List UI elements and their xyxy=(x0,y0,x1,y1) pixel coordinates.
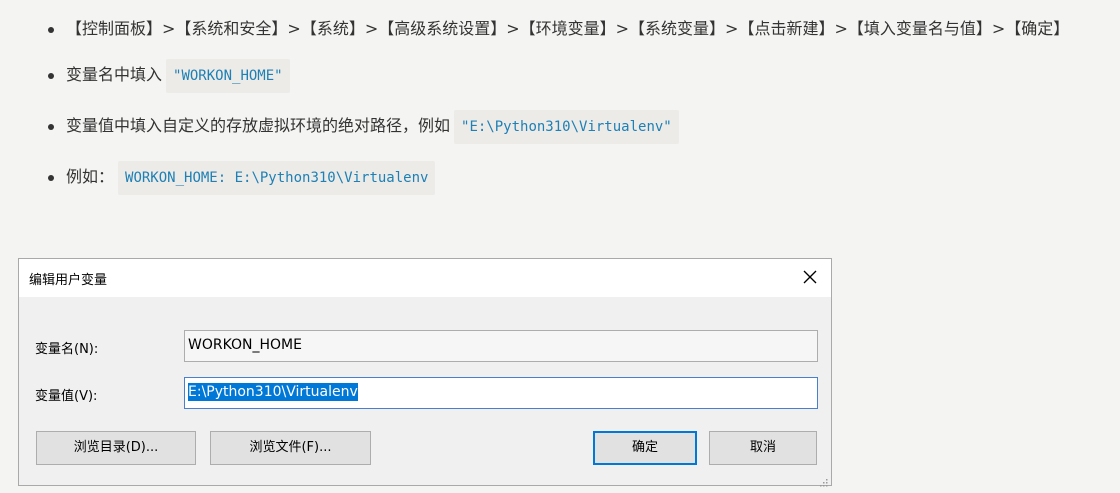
variable-value-input[interactable]: E:\Python310\Virtualenv xyxy=(184,377,818,409)
variable-name-input[interactable]: WORKON_HOME xyxy=(184,330,818,362)
cancel-button[interactable]: 取消 xyxy=(709,431,817,465)
inline-code: "E:\Python310\Virtualenv" xyxy=(454,110,679,144)
dialog-title: 编辑用户变量 xyxy=(29,273,108,288)
step-text: 【控制面板】>【系统和安全】>【系统】>【高级系统设置】>【环境变量】>【系统变… xyxy=(66,19,1070,38)
browse-directory-button[interactable]: 浏览目录(D)... xyxy=(36,431,196,465)
step-text: 变量名中填入 xyxy=(66,65,163,84)
edit-user-variable-dialog: 编辑用户变量 变量名(N): WORKON_HOME 变量值(V): E:\Py… xyxy=(18,258,832,487)
inline-code: "WORKON_HOME" xyxy=(166,59,290,93)
variable-name-label: 变量名(N): xyxy=(35,342,99,357)
step-text: 例如： xyxy=(66,167,115,186)
variable-name-value: WORKON_HOME xyxy=(188,337,302,353)
list-item: 变量值中填入自定义的存放虚拟环境的绝对路径，例如 "E:\Python310\Vi… xyxy=(45,110,1120,144)
step-text: 变量值中填入自定义的存放虚拟环境的绝对路径，例如 xyxy=(66,116,451,135)
close-icon[interactable] xyxy=(799,266,821,288)
ok-button[interactable]: 确定 xyxy=(593,431,697,465)
dialog-titlebar[interactable]: 编辑用户变量 xyxy=(19,259,831,297)
steps-list: 【控制面板】>【系统和安全】>【系统】>【高级系统设置】>【环境变量】>【系统变… xyxy=(45,14,1120,195)
variable-value-selected-text: E:\Python310\Virtualenv xyxy=(188,383,358,401)
list-item: 例如： WORKON_HOME: E:\Python310\Virtualenv xyxy=(45,161,1120,195)
page: 【控制面板】>【系统和安全】>【系统】>【高级系统设置】>【环境变量】>【系统变… xyxy=(0,0,1120,493)
resize-grip-icon[interactable] xyxy=(819,473,829,487)
inline-code: WORKON_HOME: E:\Python310\Virtualenv xyxy=(118,161,436,195)
browse-file-button[interactable]: 浏览文件(F)... xyxy=(210,431,371,465)
variable-value-label: 变量值(V): xyxy=(35,389,98,404)
list-item: 【控制面板】>【系统和安全】>【系统】>【高级系统设置】>【环境变量】>【系统变… xyxy=(45,14,1120,44)
list-item: 变量名中填入 "WORKON_HOME" xyxy=(45,59,1120,93)
